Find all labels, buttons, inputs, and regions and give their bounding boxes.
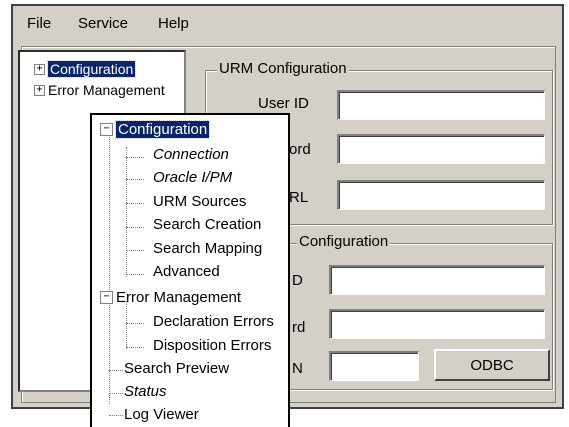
overlay-item-search-mapping[interactable]: Search Mapping bbox=[153, 237, 262, 259]
overlay-item-search-preview[interactable]: Search Preview bbox=[124, 357, 229, 379]
tree-connector bbox=[109, 393, 123, 394]
tree-connector bbox=[126, 179, 144, 180]
tree-connector bbox=[126, 250, 144, 251]
overlay-item-disposition-errors[interactable]: Disposition Errors bbox=[153, 334, 271, 356]
tree-connector bbox=[126, 323, 144, 324]
menu-file[interactable]: File bbox=[27, 15, 51, 32]
overlay-item-connection[interactable]: Connection bbox=[153, 143, 229, 165]
collapse-icon[interactable]: − bbox=[100, 290, 113, 304]
password-label: ord bbox=[289, 141, 311, 158]
user-id-field[interactable] bbox=[337, 90, 545, 120]
menu-bar: File Service Help bbox=[13, 6, 562, 40]
config-field-3[interactable] bbox=[329, 351, 419, 381]
tree-connector bbox=[126, 274, 144, 275]
tree-connector bbox=[126, 157, 144, 158]
tree-item-label: Configuration bbox=[46, 60, 137, 78]
url-label: RL bbox=[289, 189, 309, 206]
menu-help[interactable]: Help bbox=[158, 15, 189, 32]
group-title: URM Configuration bbox=[217, 60, 349, 77]
tree-connector bbox=[126, 227, 144, 228]
overlay-item-status[interactable]: Status bbox=[124, 380, 167, 402]
expand-icon[interactable]: + bbox=[34, 84, 45, 96]
overlay-item-oracle-ipm[interactable]: Oracle I/PM bbox=[153, 166, 232, 188]
tree-connector bbox=[126, 347, 144, 348]
tree-item-label: Error Management bbox=[48, 82, 165, 98]
tree-connector bbox=[109, 415, 123, 416]
tree-connector bbox=[126, 301, 127, 349]
overlay-item-advanced[interactable]: Advanced bbox=[153, 260, 220, 282]
tree-item-label: Configuration bbox=[114, 119, 211, 139]
url-field[interactable] bbox=[337, 180, 545, 210]
overlay-item-declaration-errors[interactable]: Declaration Errors bbox=[153, 310, 274, 332]
overlay-item-urm-sources[interactable]: URM Sources bbox=[153, 190, 246, 212]
group-title: Configuration bbox=[297, 233, 391, 250]
tree-item-label: Error Management bbox=[116, 288, 242, 306]
odbc-button[interactable]: ODBC bbox=[434, 349, 550, 381]
user-id-label: User ID bbox=[258, 95, 309, 112]
config-field-1[interactable] bbox=[329, 265, 545, 295]
overlay-item-log-viewer[interactable]: Log Viewer bbox=[124, 403, 199, 425]
overlay-item-search-creation[interactable]: Search Creation bbox=[153, 213, 261, 235]
field-label-2: rd bbox=[292, 319, 306, 336]
field-label-3: N bbox=[292, 360, 303, 377]
tree-connector bbox=[109, 370, 123, 371]
overlay-item-configuration[interactable]: − Configuration bbox=[100, 118, 211, 140]
password-field[interactable] bbox=[337, 134, 545, 164]
tree-connector bbox=[126, 147, 127, 277]
tree-connector bbox=[126, 203, 144, 204]
config-field-2[interactable] bbox=[329, 309, 545, 339]
expand-icon[interactable]: + bbox=[34, 63, 45, 75]
collapse-icon[interactable]: − bbox=[100, 122, 113, 136]
field-label-1: D bbox=[292, 272, 303, 289]
tree-item-error-management[interactable]: + Error Management bbox=[34, 80, 165, 100]
overlay-item-error-management[interactable]: − Error Management bbox=[100, 286, 241, 308]
tree-item-configuration[interactable]: + Configuration bbox=[34, 59, 137, 79]
tree-connector bbox=[109, 137, 110, 404]
menu-service[interactable]: Service bbox=[78, 15, 128, 32]
